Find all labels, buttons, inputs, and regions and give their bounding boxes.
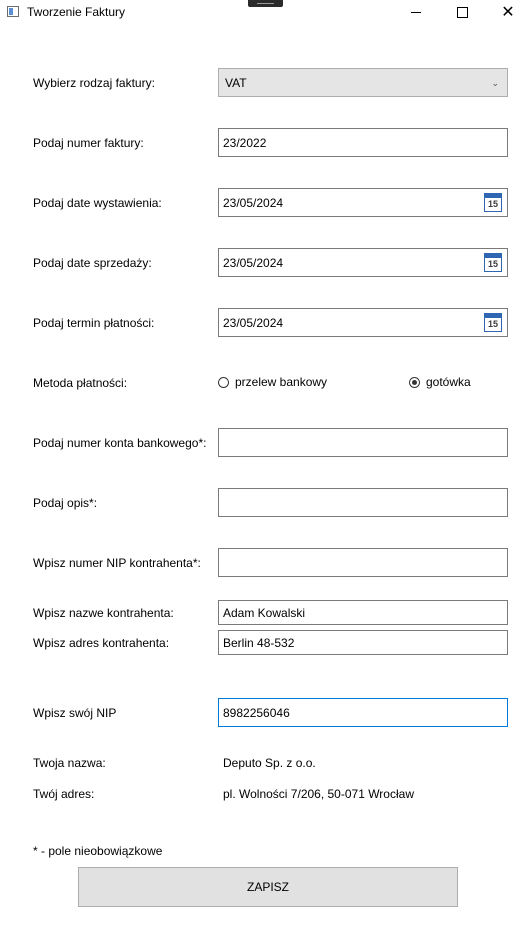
contractor-nip-input[interactable] xyxy=(218,548,508,577)
radio-unchecked-icon xyxy=(218,376,229,388)
sale-date-label: Podaj date sprzedaży: xyxy=(33,256,152,270)
contractor-address-value: Berlin 48-532 xyxy=(223,636,295,650)
contractor-name-input[interactable]: Adam Kowalski xyxy=(218,600,508,625)
invoice-type-label: Wybierz rodzaj faktury: xyxy=(33,76,155,90)
issue-date-value: 23/05/2024 xyxy=(223,196,284,210)
sale-date-value: 23/05/2024 xyxy=(223,256,284,270)
close-icon: ✕ xyxy=(501,2,515,21)
own-nip-label: Wpisz swój NIP xyxy=(33,706,117,720)
drag-handle[interactable] xyxy=(248,0,283,7)
own-address-value: pl. Wolności 7/206, 50-071 Wrocław xyxy=(223,787,414,801)
own-name-label: Twoja nazwa: xyxy=(33,756,106,770)
bank-account-input[interactable] xyxy=(218,428,508,457)
bank-account-label: Podaj numer konta bankowego*: xyxy=(33,436,207,450)
maximize-icon xyxy=(456,6,468,18)
payment-deadline-picker[interactable]: 23/05/2024 15 xyxy=(218,308,508,337)
radio-cash-label: gotówka xyxy=(426,375,471,389)
minimize-button[interactable] xyxy=(393,0,439,24)
radio-checked-icon xyxy=(409,376,420,388)
contractor-name-value: Adam Kowalski xyxy=(223,606,306,620)
maximize-button[interactable] xyxy=(439,0,485,24)
own-address-label: Twój adres: xyxy=(33,787,95,801)
window-title: Tworzenie Faktury xyxy=(27,5,126,19)
contractor-nip-label: Wpisz numer NIP kontrahenta*: xyxy=(33,556,201,570)
issue-date-label: Podaj date wystawienia: xyxy=(33,196,162,210)
own-name-value: Deputo Sp. z o.o. xyxy=(223,756,316,770)
contractor-address-label: Wpisz adres kontrahenta: xyxy=(33,636,170,650)
issue-date-picker[interactable]: 23/05/2024 15 xyxy=(218,188,508,217)
invoice-type-value: VAT xyxy=(225,76,247,90)
radio-bank-transfer-label: przelew bankowy xyxy=(235,375,328,389)
calendar-icon[interactable]: 15 xyxy=(484,193,502,212)
chevron-down-icon: ⌄ xyxy=(491,78,499,88)
payment-method-label: Metoda płatności: xyxy=(33,376,128,390)
invoice-number-input[interactable]: 23/2022 xyxy=(218,128,508,157)
close-button[interactable]: ✕ xyxy=(485,0,531,24)
calendar-icon[interactable]: 15 xyxy=(484,253,502,272)
own-nip-input[interactable]: 8982256046 xyxy=(218,698,508,727)
radio-bank-transfer[interactable]: przelew bankowy xyxy=(218,375,327,389)
calendar-icon[interactable]: 15 xyxy=(484,313,502,332)
radio-cash[interactable]: gotówka xyxy=(409,375,471,389)
invoice-type-select[interactable]: VAT ⌄ xyxy=(218,68,508,97)
minimize-icon xyxy=(411,11,421,13)
title-bar[interactable]: Tworzenie Faktury ✕ xyxy=(0,0,531,24)
invoice-number-value: 23/2022 xyxy=(223,136,267,150)
payment-deadline-label: Podaj termin płatności: xyxy=(33,316,155,330)
contractor-name-label: Wpisz nazwe kontrahenta: xyxy=(33,606,174,620)
description-label: Podaj opis*: xyxy=(33,496,98,510)
own-nip-value: 8982256046 xyxy=(223,706,290,720)
sale-date-picker[interactable]: 23/05/2024 15 xyxy=(218,248,508,277)
payment-deadline-value: 23/05/2024 xyxy=(223,316,284,330)
save-button[interactable]: ZAPISZ xyxy=(78,867,458,907)
app-icon xyxy=(7,6,19,17)
description-input[interactable] xyxy=(218,488,508,517)
contractor-address-input[interactable]: Berlin 48-532 xyxy=(218,630,508,655)
invoice-number-label: Podaj numer faktury: xyxy=(33,136,144,150)
optional-note: * - pole nieobowiązkowe xyxy=(33,844,163,858)
